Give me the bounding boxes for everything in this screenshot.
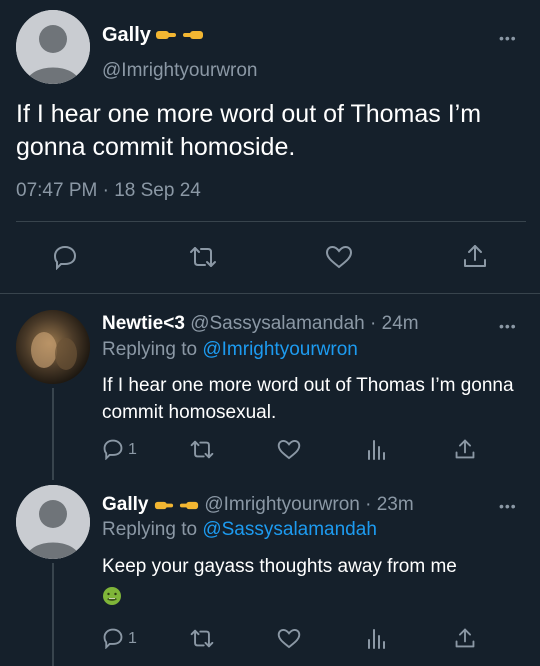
display-name[interactable]: Gally (102, 494, 148, 515)
username-handle[interactable]: @Imrightyourwron (102, 60, 258, 82)
divider (16, 221, 526, 222)
retweet-icon[interactable] (189, 628, 215, 654)
profile-photo (16, 310, 90, 384)
reply-icon[interactable] (102, 627, 124, 654)
post-time[interactable]: · 23m (365, 494, 414, 515)
replying-to-label: Replying to (102, 519, 203, 540)
post-time[interactable]: · 24m (370, 313, 419, 334)
share-icon[interactable] (462, 243, 488, 274)
default-avatar-icon (16, 10, 90, 84)
replying-to-label: Replying to (102, 339, 203, 360)
default-avatar-icon (16, 485, 90, 559)
mention-link[interactable]: @Sassysalamandah (202, 519, 377, 540)
like-icon[interactable] (325, 245, 353, 274)
analytics-icon[interactable] (367, 627, 387, 654)
display-name[interactable]: Gally (102, 24, 151, 46)
retweet-icon[interactable] (189, 439, 215, 465)
avatar[interactable] (16, 310, 90, 384)
display-name[interactable]: Newtie<3 (102, 313, 185, 334)
fist-bump-emoji (179, 496, 199, 510)
thread-connector (52, 388, 54, 480)
divider (0, 293, 540, 294)
reply-text: Keep your gayass thoughts away from me (102, 556, 457, 577)
avatar[interactable] (16, 485, 90, 559)
analytics-icon[interactable] (367, 438, 387, 465)
more-options-icon[interactable]: ••• (499, 499, 517, 513)
retweet-icon[interactable] (188, 245, 218, 274)
reply-count: 1 (128, 441, 137, 458)
avatar[interactable] (16, 10, 90, 84)
reply-count: 1 (128, 630, 137, 647)
thread-connector (52, 563, 54, 666)
reply-text: If I hear one more word out of Thomas I’… (102, 375, 514, 423)
reply-icon[interactable] (102, 438, 124, 465)
share-icon[interactable] (454, 627, 476, 654)
fist-bump-emoji (182, 28, 204, 42)
like-icon[interactable] (277, 439, 301, 465)
username-handle[interactable]: @Sassysalamandah (190, 313, 365, 334)
share-icon[interactable] (454, 438, 476, 465)
more-options-icon[interactable]: ••• (499, 31, 517, 45)
tweet-timestamp[interactable]: 07:47 PM · 18 Sep 24 (16, 180, 201, 202)
tweet-thread: Gally @Imrightyourwron ••• If I hear one… (0, 0, 540, 666)
like-icon[interactable] (277, 628, 301, 654)
more-options-icon[interactable]: ••• (499, 319, 517, 333)
mention-link[interactable]: @Imrightyourwron (202, 339, 358, 360)
fist-bump-emoji (154, 496, 174, 510)
tweet-text: If I hear one more word out of Thomas I’… (16, 100, 482, 161)
username-handle[interactable]: @Imrightyourwron (204, 494, 360, 515)
reply-icon[interactable] (52, 244, 78, 275)
nauseated-face-emoji (102, 586, 122, 611)
fist-bump-emoji (155, 28, 177, 42)
